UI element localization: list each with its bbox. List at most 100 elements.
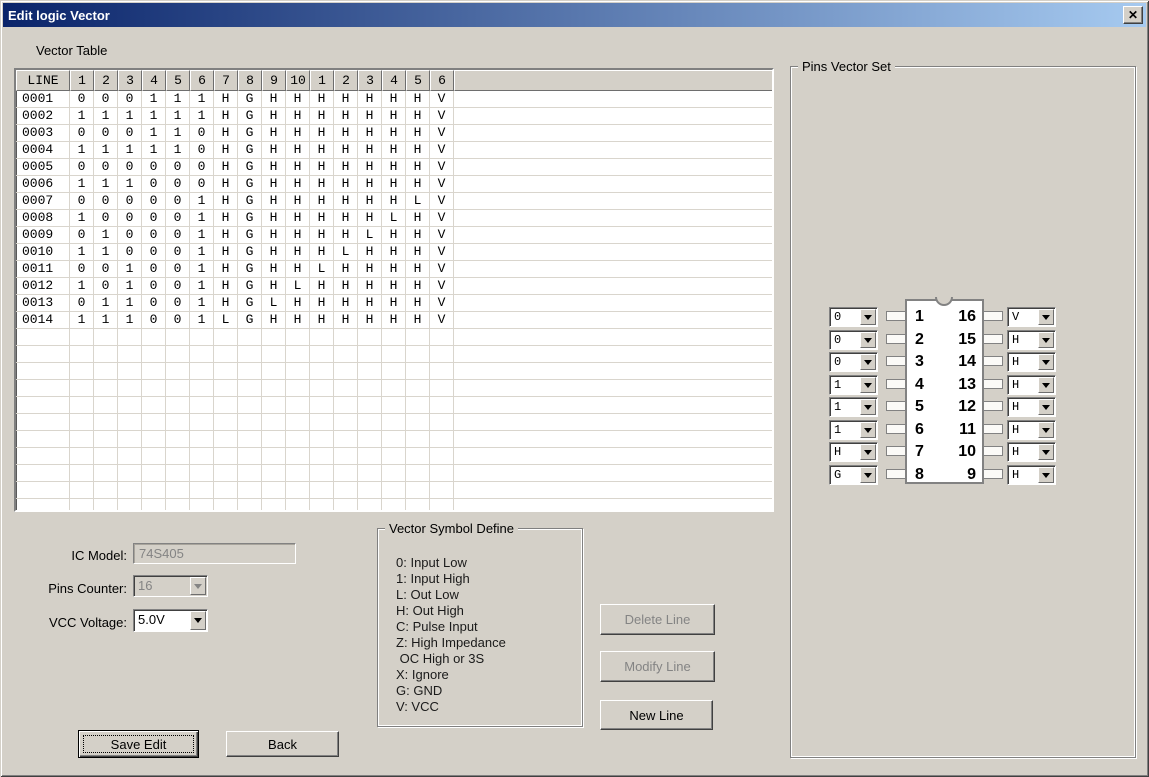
column-header[interactable]: 4 [382, 70, 406, 91]
chevron-down-icon[interactable] [1038, 309, 1054, 325]
back-button[interactable]: Back [226, 731, 339, 757]
table-row[interactable]: 0013011001HGLHHHHHHV [16, 295, 772, 312]
chevron-down-icon[interactable] [860, 354, 876, 370]
table-row[interactable] [16, 329, 772, 346]
pin-1-combo[interactable]: 0 [829, 307, 878, 327]
table-row[interactable]: 0006111000HGHHHHHHHV [16, 176, 772, 193]
pin-4-combo[interactable]: 1 [829, 375, 878, 395]
column-header[interactable]: 7 [214, 70, 238, 91]
table-row[interactable]: 0011001001HGHHLHHHHV [16, 261, 772, 278]
table-row[interactable] [16, 465, 772, 482]
column-header[interactable]: LINE [16, 70, 70, 91]
vector-cell [430, 397, 454, 414]
pin-11-combo[interactable]: H [1007, 420, 1056, 440]
vector-cell [310, 414, 334, 431]
column-header[interactable]: 2 [94, 70, 118, 91]
vector-cell [310, 431, 334, 448]
chevron-down-icon[interactable] [860, 422, 876, 438]
table-row[interactable] [16, 414, 772, 431]
column-header[interactable]: 5 [406, 70, 430, 91]
vector-cell: G [238, 312, 262, 329]
pin-15-combo[interactable]: H [1007, 330, 1056, 350]
pin-6-combo[interactable]: 1 [829, 420, 878, 440]
column-header[interactable]: 6 [430, 70, 454, 91]
column-header[interactable]: 1 [310, 70, 334, 91]
table-row[interactable] [16, 431, 772, 448]
chevron-down-icon[interactable] [1038, 422, 1054, 438]
delete-line-button[interactable]: Delete Line [600, 604, 715, 635]
pin-2-combo[interactable]: 0 [829, 330, 878, 350]
chevron-down-icon[interactable] [1038, 332, 1054, 348]
pin-8-combo[interactable]: G [829, 465, 878, 485]
vector-table-grid[interactable]: LINE123456789101234560001000111HGHHHHHHH… [14, 68, 774, 512]
table-row[interactable]: 0005000000HGHHHHHHHV [16, 159, 772, 176]
chevron-down-icon[interactable] [860, 377, 876, 393]
table-row[interactable] [16, 482, 772, 499]
table-row[interactable]: 0008100001HGHHHHHLHV [16, 210, 772, 227]
chevron-down-icon[interactable] [860, 309, 876, 325]
pin-9-combo[interactable]: H [1007, 465, 1056, 485]
vector-cell: 1 [118, 295, 142, 312]
chevron-down-icon[interactable] [190, 611, 206, 630]
vector-cell [406, 465, 430, 482]
column-header[interactable]: 4 [142, 70, 166, 91]
vector-cell [94, 397, 118, 414]
chevron-down-icon[interactable] [1038, 444, 1054, 460]
table-row[interactable]: 0001000111HGHHHHHHHV [16, 91, 772, 108]
pin-13-combo[interactable]: H [1007, 375, 1056, 395]
chevron-down-icon[interactable] [860, 467, 876, 483]
chevron-down-icon[interactable] [1038, 467, 1054, 483]
table-row[interactable] [16, 448, 772, 465]
table-row[interactable]: 0004111110HGHHHHHHHV [16, 142, 772, 159]
pins-counter-combo[interactable]: 16 [133, 575, 208, 597]
table-row[interactable] [16, 499, 772, 512]
modify-line-button[interactable]: Modify Line [600, 651, 715, 682]
vector-cell: H [310, 244, 334, 261]
column-header[interactable]: 5 [166, 70, 190, 91]
table-row[interactable] [16, 363, 772, 380]
vector-cell: 0 [118, 159, 142, 176]
vector-cell: G [238, 193, 262, 210]
column-header[interactable]: 8 [238, 70, 262, 91]
table-row[interactable] [16, 397, 772, 414]
table-row[interactable]: 0002111111HGHHHHHHHV [16, 108, 772, 125]
vector-cell [430, 380, 454, 397]
table-row[interactable] [16, 346, 772, 363]
table-row[interactable]: 0010110001HGHHHLHHHV [16, 244, 772, 261]
chevron-down-icon[interactable] [860, 332, 876, 348]
chevron-down-icon[interactable] [860, 399, 876, 415]
table-row[interactable]: 0003000110HGHHHHHHHV [16, 125, 772, 142]
pin-5-combo[interactable]: 1 [829, 397, 878, 417]
table-row[interactable]: 0014111001LGHHHHHHHV [16, 312, 772, 329]
table-row[interactable]: 0012101001HGHLHHHHHV [16, 278, 772, 295]
pin-stub-right [983, 334, 1003, 344]
save-edit-button[interactable]: Save Edit [78, 730, 199, 758]
chevron-down-icon[interactable] [860, 444, 876, 460]
chevron-down-icon[interactable] [1038, 354, 1054, 370]
pin-14-combo[interactable]: H [1007, 352, 1056, 372]
table-row[interactable]: 0007000001HGHHHHHHLV [16, 193, 772, 210]
ic-model-field[interactable]: 74S405 [133, 543, 296, 564]
column-header[interactable]: 1 [70, 70, 94, 91]
column-header[interactable]: 3 [118, 70, 142, 91]
column-header[interactable]: 9 [262, 70, 286, 91]
pin-3-combo[interactable]: 0 [829, 352, 878, 372]
vector-cell [334, 414, 358, 431]
chevron-down-icon[interactable] [1038, 399, 1054, 415]
close-button[interactable]: ✕ [1123, 6, 1143, 24]
new-line-button[interactable]: New Line [600, 700, 713, 730]
column-header[interactable]: 2 [334, 70, 358, 91]
pin-7-combo[interactable]: H [829, 442, 878, 462]
column-header[interactable]: 3 [358, 70, 382, 91]
table-row[interactable]: 0009010001HGHHHHLHHV [16, 227, 772, 244]
column-header[interactable]: 6 [190, 70, 214, 91]
pin-10-combo[interactable]: H [1007, 442, 1056, 462]
chevron-down-icon[interactable] [1038, 377, 1054, 393]
column-header[interactable]: 10 [286, 70, 310, 91]
pin-16-combo[interactable]: V [1007, 307, 1056, 327]
vcc-voltage-combo[interactable]: 5.0V [133, 609, 208, 632]
vector-cell [238, 465, 262, 482]
table-row[interactable] [16, 380, 772, 397]
vector-cell: H [358, 142, 382, 159]
pin-12-combo[interactable]: H [1007, 397, 1056, 417]
